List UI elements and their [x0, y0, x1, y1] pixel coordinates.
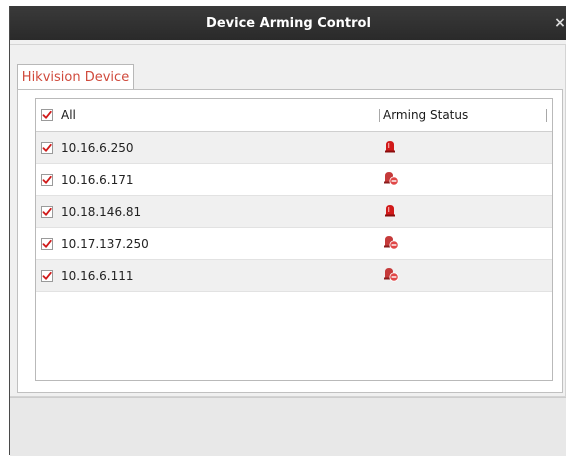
- check-icon: [42, 207, 52, 216]
- device-checkbox[interactable]: [41, 237, 53, 250]
- select-all-checkbox[interactable]: [41, 109, 53, 121]
- device-checkbox[interactable]: [41, 205, 53, 218]
- tab-label: Hikvision Device: [21, 70, 130, 85]
- device-checkbox[interactable]: [41, 269, 53, 282]
- device-cell: 10.16.6.250: [36, 141, 376, 155]
- device-cell: 10.18.146.81: [36, 205, 376, 219]
- device-ip: 10.16.6.250: [61, 140, 134, 155]
- table-row[interactable]: 10.18.146.81: [36, 196, 552, 228]
- header-device-column: All: [36, 108, 376, 122]
- device-ip: 10.16.6.111: [61, 268, 134, 283]
- select-all-label: All: [61, 108, 76, 122]
- table-header: All Arming Status: [36, 99, 552, 132]
- status-cell: [376, 139, 552, 156]
- disarmed-alarm-icon[interactable]: [383, 170, 399, 189]
- check-icon: [42, 143, 52, 152]
- device-table: All Arming Status 10.16.6.250 10.16.6.17…: [35, 98, 553, 381]
- disarmed-alarm-icon[interactable]: [383, 266, 399, 285]
- status-cell: [376, 203, 552, 220]
- title-bar[interactable]: Device Arming Control ×: [10, 6, 566, 40]
- close-icon[interactable]: ×: [554, 15, 566, 31]
- device-arming-control-dialog: Device Arming Control × Hikvision Device…: [9, 6, 566, 456]
- header-status-column: Arming Status: [376, 108, 552, 122]
- device-checkbox[interactable]: [41, 141, 53, 154]
- dialog-title: Device Arming Control: [206, 15, 371, 31]
- column-divider-end[interactable]: [546, 108, 547, 122]
- dialog-footer: [10, 397, 566, 456]
- device-cell: 10.17.137.250: [36, 237, 376, 251]
- disarmed-alarm-icon[interactable]: [383, 234, 399, 253]
- check-icon: [42, 239, 52, 248]
- table-row[interactable]: 10.16.6.171: [36, 164, 552, 196]
- device-cell: 10.16.6.111: [36, 269, 376, 283]
- table-row[interactable]: 10.17.137.250: [36, 228, 552, 260]
- device-ip: 10.16.6.171: [61, 172, 134, 187]
- device-ip: 10.17.137.250: [61, 236, 149, 251]
- tab-page: All Arming Status 10.16.6.250 10.16.6.17…: [17, 89, 563, 393]
- tab-hikvision-device[interactable]: Hikvision Device: [17, 64, 134, 90]
- check-icon: [42, 110, 52, 119]
- status-cell: [376, 234, 552, 253]
- status-cell: [376, 266, 552, 285]
- table-row[interactable]: 10.16.6.111: [36, 260, 552, 292]
- table-row[interactable]: 10.16.6.250: [36, 132, 552, 164]
- armed-alarm-icon[interactable]: [383, 139, 397, 156]
- arming-status-header: Arming Status: [383, 108, 469, 122]
- check-icon: [42, 175, 52, 184]
- device-ip: 10.18.146.81: [61, 204, 142, 219]
- device-cell: 10.16.6.171: [36, 173, 376, 187]
- check-icon: [42, 271, 52, 280]
- content-panel: Hikvision Device All Arming Status 10.16…: [10, 44, 566, 397]
- armed-alarm-icon[interactable]: [383, 203, 397, 220]
- device-checkbox[interactable]: [41, 173, 53, 186]
- status-cell: [376, 170, 552, 189]
